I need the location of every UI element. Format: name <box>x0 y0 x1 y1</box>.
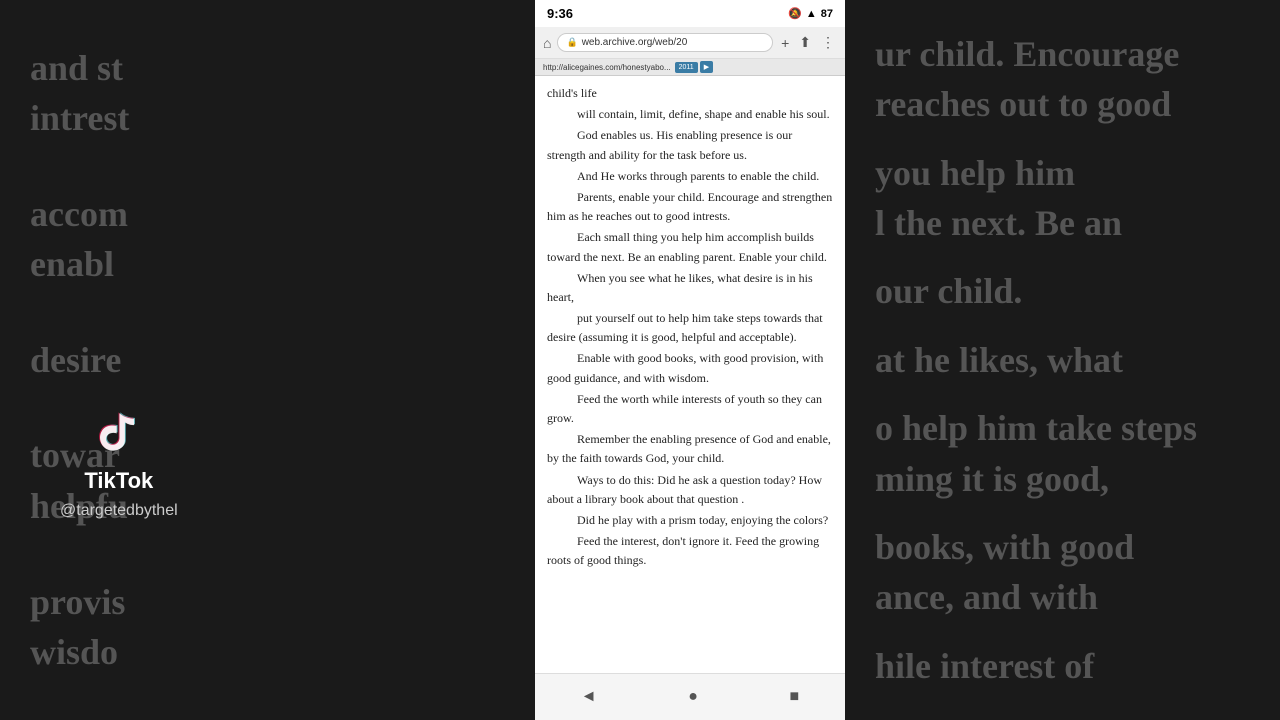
tiktok-username: @targetedbythel <box>60 502 178 520</box>
content-line-7: When you see what he likes, what desire … <box>547 269 833 307</box>
status-time: 9:36 <box>547 6 573 21</box>
web-content[interactable]: child's life will contain, limit, define… <box>535 76 845 673</box>
content-line-4: And He works through parents to enable t… <box>547 167 833 186</box>
content-line-13: Did he play with a prism today, enjoying… <box>547 511 833 530</box>
archive-url-label: http://alicegaines.com/honestyabo... <box>543 63 671 72</box>
back-button[interactable]: ◄ <box>561 684 617 710</box>
archive-thumb-2017[interactable]: ▶ <box>700 61 713 73</box>
recents-button[interactable]: ■ <box>770 684 820 710</box>
home-nav-button[interactable]: ● <box>668 684 718 710</box>
menu-button[interactable]: ⋮ <box>819 32 837 53</box>
url-text: web.archive.org/web/20 <box>582 37 688 48</box>
bg-text-right-1: ur child. Encouragereaches out to good <box>875 29 1250 130</box>
bg-text-right-7: hile interest of <box>875 641 1250 691</box>
status-icons: 🔕 ▲ 87 <box>788 7 833 20</box>
wifi-icon: ▲ <box>806 8 817 20</box>
share-button[interactable]: ⬆ <box>797 32 813 53</box>
bg-text-right-4: at he likes, what <box>875 335 1250 385</box>
battery-icon: 87 <box>821 8 833 20</box>
bg-text-1: and stintrest <box>30 43 505 144</box>
content-line-9: Enable with good books, with good provis… <box>547 349 833 387</box>
content-line-12: Ways to do this: Did he ask a question t… <box>547 471 833 509</box>
status-bar: 9:36 🔕 ▲ 87 <box>535 0 845 27</box>
bg-text-3: desire <box>30 335 505 385</box>
bg-text-2: accomenabl <box>30 189 505 290</box>
content-line-5: Parents, enable your child. Encourage an… <box>547 188 833 226</box>
navigation-bar: ◄ ● ■ <box>535 673 845 720</box>
lock-icon: 🔒 <box>566 37 577 48</box>
mute-icon: 🔕 <box>788 7 802 20</box>
content-line-10: Feed the worth while interests of youth … <box>547 390 833 428</box>
archive-nav: 2011 ▶ <box>675 61 713 73</box>
content-line-1: child's life <box>547 84 833 103</box>
background-left: and stintrest accomenabl desire towarhel… <box>0 0 535 720</box>
background-right: ur child. Encouragereaches out to good y… <box>845 0 1280 720</box>
home-button[interactable]: ⌂ <box>543 35 551 51</box>
content-line-2: will contain, limit, define, shape and e… <box>547 105 833 124</box>
bg-text-right-6: books, with goodance, and with <box>875 522 1250 623</box>
archive-thumb-2011[interactable]: 2011 <box>675 62 698 73</box>
browser-bar: ⌂ 🔒 web.archive.org/web/20 + ⬆ ⋮ <box>535 27 845 59</box>
bg-text-5: proviswisdo <box>30 577 505 678</box>
content-line-6: Each small thing you help him accomplish… <box>547 228 833 266</box>
bg-text-right-3: our child. <box>875 266 1250 316</box>
bg-text-right-2: you help himl the next. Be an <box>875 148 1250 249</box>
content-line-14: Feed the interest, don't ignore it. Feed… <box>547 532 833 570</box>
content-line-8: put yourself out to help him take steps … <box>547 309 833 347</box>
bg-text-right-5: o help him take stepsming it is good, <box>875 403 1250 504</box>
content-line-11: Remember the enabling presence of God an… <box>547 430 833 468</box>
content-line-3: God enables us. His enabling presence is… <box>547 126 833 164</box>
phone-frame: 9:36 🔕 ▲ 87 ⌂ 🔒 web.archive.org/web/20 +… <box>535 0 845 720</box>
tiktok-label: TikTok <box>84 468 153 494</box>
tiktok-overlay: TikTok @targetedbythel <box>60 405 178 520</box>
address-bar[interactable]: 🔒 web.archive.org/web/20 <box>557 33 773 52</box>
new-tab-button[interactable]: + <box>779 33 791 53</box>
archive-bar: http://alicegaines.com/honestyabo... 201… <box>535 59 845 76</box>
tiktok-icon <box>91 405 146 460</box>
